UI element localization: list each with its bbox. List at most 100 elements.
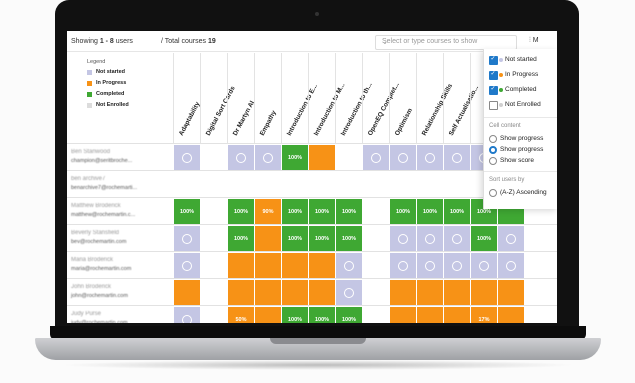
course-select-input[interactable]: Select or type courses to show ⌄: [375, 35, 517, 50]
progress-cell[interactable]: [417, 145, 443, 170]
progress-cell[interactable]: [255, 226, 281, 251]
progress-cell[interactable]: [417, 280, 443, 305]
progress-cell[interactable]: [471, 253, 497, 278]
progress-cell[interactable]: 100%: [309, 307, 335, 323]
progress-cell[interactable]: [444, 280, 470, 305]
course-header[interactable]: Introduction to E...: [281, 53, 319, 143]
progress-cell[interactable]: 100%: [174, 199, 200, 224]
progress-cell[interactable]: [390, 172, 416, 197]
progress-cell[interactable]: [444, 172, 470, 197]
progress-cell[interactable]: 100%: [390, 199, 416, 224]
progress-cell[interactable]: [282, 280, 308, 305]
progress-cell[interactable]: 100%: [282, 145, 308, 170]
progress-cell[interactable]: [228, 253, 254, 278]
progress-cell[interactable]: [363, 253, 389, 278]
progress-cell[interactable]: [309, 172, 335, 197]
progress-cell[interactable]: 100%: [417, 199, 443, 224]
progress-cell[interactable]: [174, 172, 200, 197]
progress-cell[interactable]: 100%: [471, 226, 497, 251]
progress-cell[interactable]: [498, 253, 524, 278]
progress-cell[interactable]: [363, 199, 389, 224]
progress-cell[interactable]: [498, 226, 524, 251]
progress-cell[interactable]: [336, 280, 362, 305]
progress-cell[interactable]: [228, 145, 254, 170]
course-header[interactable]: Introduction to th...: [335, 53, 374, 143]
progress-cell[interactable]: 100%: [228, 226, 254, 251]
filter-button[interactable]: ⫶ M: [529, 37, 539, 45]
table-row[interactable]: John Broderick john@rochemartin.com: [67, 278, 557, 306]
progress-cell[interactable]: [390, 253, 416, 278]
progress-cell[interactable]: 100%: [309, 226, 335, 251]
progress-cell[interactable]: 100%: [282, 226, 308, 251]
progress-cell[interactable]: 50%: [228, 307, 254, 323]
progress-cell[interactable]: [174, 226, 200, 251]
progress-cell[interactable]: [174, 145, 200, 170]
progress-cell[interactable]: 17%: [471, 307, 497, 323]
progress-cell[interactable]: [390, 226, 416, 251]
course-header[interactable]: Introduction to M...: [308, 53, 346, 143]
progress-cell[interactable]: [363, 145, 389, 170]
progress-cell[interactable]: [390, 307, 416, 323]
progress-cell[interactable]: [228, 172, 254, 197]
progress-cell[interactable]: [201, 172, 227, 197]
progress-cell[interactable]: [336, 145, 362, 170]
course-header[interactable]: Self Actualisatio...: [443, 53, 480, 143]
progress-cell[interactable]: 90%: [255, 199, 281, 224]
progress-cell[interactable]: [201, 280, 227, 305]
progress-cell[interactable]: [363, 280, 389, 305]
course-header[interactable]: Empathy: [254, 53, 282, 143]
progress-cell[interactable]: [228, 280, 254, 305]
course-header[interactable]: Relationship Skills: [416, 53, 454, 143]
progress-cell[interactable]: [336, 172, 362, 197]
progress-cell[interactable]: [201, 145, 227, 170]
progress-cell[interactable]: [444, 253, 470, 278]
progress-cell[interactable]: [363, 172, 389, 197]
progress-cell[interactable]: [363, 226, 389, 251]
progress-cell[interactable]: [201, 199, 227, 224]
progress-cell[interactable]: [201, 307, 227, 323]
course-header[interactable]: Optimism: [389, 53, 417, 143]
progress-cell[interactable]: [390, 280, 416, 305]
progress-cell[interactable]: [201, 226, 227, 251]
table-row[interactable]: Beverly Stansfield bev@rochemartin.com 100…: [67, 224, 557, 252]
progress-cell[interactable]: [471, 280, 497, 305]
progress-cell[interactable]: [309, 145, 335, 170]
progress-cell[interactable]: [255, 172, 281, 197]
progress-cell[interactable]: 100%: [309, 199, 335, 224]
progress-cell[interactable]: 100%: [282, 199, 308, 224]
progress-cell[interactable]: [498, 307, 524, 323]
progress-cell[interactable]: [255, 253, 281, 278]
progress-cell[interactable]: [201, 253, 227, 278]
course-header[interactable]: Adaptability: [173, 53, 201, 143]
progress-cell[interactable]: [282, 253, 308, 278]
progress-cell[interactable]: [417, 172, 443, 197]
progress-cell[interactable]: [417, 307, 443, 323]
progress-cell[interactable]: [417, 253, 443, 278]
progress-cell[interactable]: [444, 226, 470, 251]
progress-cell[interactable]: [309, 253, 335, 278]
progress-cell[interactable]: 100%: [336, 199, 362, 224]
progress-cell[interactable]: 100%: [228, 199, 254, 224]
progress-cell[interactable]: [255, 145, 281, 170]
course-header[interactable]: Dr Martyn AI: [227, 53, 256, 143]
progress-cell[interactable]: [309, 280, 335, 305]
progress-cell[interactable]: [255, 280, 281, 305]
course-header[interactable]: OpenEQ Complet...: [362, 53, 401, 143]
progress-cell[interactable]: [498, 280, 524, 305]
progress-cell[interactable]: [363, 307, 389, 323]
progress-cell[interactable]: [174, 253, 200, 278]
table-row[interactable]: Maria Broderick maria@rochemartin.com: [67, 251, 557, 279]
progress-cell[interactable]: [390, 145, 416, 170]
progress-cell[interactable]: [444, 307, 470, 323]
progress-cell[interactable]: 100%: [444, 199, 470, 224]
progress-cell[interactable]: [174, 280, 200, 305]
progress-cell[interactable]: 100%: [336, 307, 362, 323]
progress-cell[interactable]: [174, 307, 200, 323]
progress-cell[interactable]: [336, 253, 362, 278]
table-row[interactable]: Judy Purse judy@rochemartin.com 50% 100% 100…: [67, 305, 557, 323]
progress-cell[interactable]: 100%: [336, 226, 362, 251]
course-header[interactable]: Digital Sort Cards: [200, 53, 237, 143]
progress-cell[interactable]: [417, 226, 443, 251]
progress-cell[interactable]: [444, 145, 470, 170]
progress-cell[interactable]: [282, 172, 308, 197]
